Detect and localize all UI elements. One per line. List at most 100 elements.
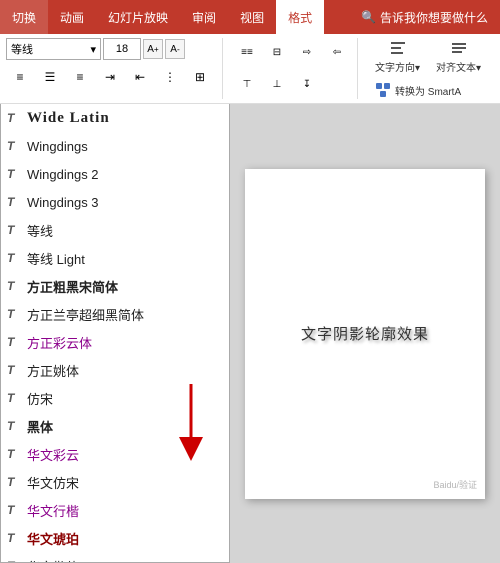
font-t-icon: T	[7, 111, 21, 125]
font-list-item[interactable]: T 方正兰亭超细黑简体	[1, 300, 229, 328]
font-list-item[interactable]: T 华文仿宋	[1, 468, 229, 496]
font-list-item[interactable]: T 华文行楷	[1, 496, 229, 524]
tab-format[interactable]: 格式	[276, 0, 324, 34]
font-list: T Wide Latin T Wingdings T Wingdings 2 TWingdi…	[1, 104, 229, 563]
font-list-item[interactable]: T Wingdings	[1, 132, 229, 160]
text-align-block-btn[interactable]: ≡≡	[233, 39, 261, 67]
convert-smartart-label: 转换为 SmartA	[395, 83, 461, 98]
font-list-item[interactable]: T 方正姚体	[1, 356, 229, 384]
font-t-icon: T	[7, 447, 21, 461]
font-t-icon: T	[7, 139, 21, 153]
font-list-item[interactable]: T 华文彩云	[1, 440, 229, 468]
font-label: 华文琥珀	[27, 529, 79, 548]
font-name-box[interactable]: 等线 ▾	[6, 38, 101, 60]
font-t-icon: T	[7, 195, 21, 209]
tab-animation[interactable]: 动画	[48, 0, 96, 34]
font-dropdown[interactable]: T Wide Latin T Wingdings T Wingdings 2 TWingdi…	[0, 104, 230, 563]
text-align-mid-btn[interactable]: ⊥	[263, 71, 291, 99]
font-label: Wingdings	[27, 139, 88, 154]
text-indent-btn[interactable]: ⇨	[293, 39, 321, 67]
ribbon-toolbar: 等线 ▾ 18 A+ A- ≡ ☰ ≡ ⇥ ⇤ ⋮ ⊞ ≡≡ ⊟ ⇨ ⇦	[0, 34, 500, 104]
font-shrink-btn[interactable]: A-	[165, 39, 185, 59]
search-area[interactable]: 🔍 告诉我你想要做什么	[349, 0, 500, 34]
font-t-icon: T	[7, 167, 21, 181]
main-area: T Wide Latin T Wingdings T Wingdings 2 TWingdi…	[0, 104, 500, 563]
font-list-item[interactable]: T华文楷体	[1, 552, 229, 563]
font-t-icon: T	[7, 531, 21, 545]
font-list-item[interactable]: T 等线 Light	[1, 244, 229, 272]
font-name-row: 等线 ▾ 18 A+ A-	[6, 38, 214, 60]
text-align-top-btn[interactable]: ⊤	[233, 71, 261, 99]
text-align-row2: ⊤ ⊥ ↧	[233, 71, 351, 99]
font-list-item[interactable]: T 华文琥珀	[1, 524, 229, 552]
font-label: 等线	[27, 221, 53, 240]
convert-smartart-btn[interactable]: 转换为 SmartA	[368, 79, 468, 101]
increase-indent-btn[interactable]: ⇥	[96, 63, 124, 91]
font-label: Wingdings 2	[27, 167, 99, 182]
font-label: 等线 Light	[27, 249, 85, 268]
font-label: 方正粗黑宋简体	[27, 277, 118, 296]
text-direction-icon	[389, 39, 407, 57]
align-text-label: 对齐文本▾	[436, 59, 481, 74]
font-size-value: 18	[116, 43, 128, 55]
search-placeholder: 告诉我你想要做什么	[380, 9, 488, 26]
right-group: 文字方向▾ 对齐文本▾ 转换为 SmartA	[362, 38, 488, 99]
font-t-icon: T	[7, 419, 21, 433]
font-list-item[interactable]: T方正粗黑宋简体	[1, 272, 229, 300]
align-text-icon	[450, 39, 468, 57]
search-icon: 🔍	[361, 10, 376, 24]
font-list-item[interactable]: T Wingdings 2	[1, 160, 229, 188]
font-t-icon: T	[7, 251, 21, 265]
bullet-list-btn[interactable]: ⋮	[156, 63, 184, 91]
font-name-value: 等线	[11, 41, 33, 57]
align-format-row: ≡≡ ⊟ ⇨ ⇦	[233, 39, 351, 67]
decrease-indent-btn[interactable]: ⇤	[126, 63, 154, 91]
font-label: 方正姚体	[27, 361, 79, 380]
font-label: 黑体	[27, 417, 53, 436]
font-list-item[interactable]: T 方正彩云体	[1, 328, 229, 356]
slide-paper: 文字阴影轮廓效果 Baidu/验证	[245, 169, 485, 499]
font-selector-group: 等线 ▾ 18 A+ A- ≡ ☰ ≡ ⇥ ⇤ ⋮ ⊞	[6, 38, 223, 99]
slide-text: 文字阴影轮廓效果	[301, 323, 429, 344]
text-outdent-btn[interactable]: ⇦	[323, 39, 351, 67]
text-col-btn[interactable]: ⊟	[263, 39, 291, 67]
font-label: 华文行楷	[27, 501, 79, 520]
font-grow-btn[interactable]: A+	[143, 39, 163, 59]
font-t-icon: T	[7, 559, 21, 563]
tab-review[interactable]: 审阅	[180, 0, 228, 34]
font-t-icon: T	[7, 335, 21, 349]
font-label: 方正兰亭超细黑简体	[27, 305, 144, 324]
font-label: 华文彩云	[27, 445, 79, 464]
tab-switch[interactable]: 切换	[0, 0, 48, 34]
convert-smartart-icon	[375, 82, 391, 98]
ribbon-tabs: 切换 动画 幻灯片放映 审阅 视图 格式 🔍 告诉我你想要做什么	[0, 0, 500, 34]
align-center-btn[interactable]: ☰	[36, 63, 64, 91]
tab-view[interactable]: 视图	[228, 0, 276, 34]
font-t-icon: T	[7, 307, 21, 321]
slide-area: 文字阴影轮廓效果 Baidu/验证	[230, 104, 500, 563]
font-label: 华文仿宋	[27, 473, 79, 492]
font-label: 方正彩云体	[27, 333, 92, 352]
text-direction-label: 文字方向▾	[375, 59, 420, 74]
font-list-item[interactable]: T Wide Latin	[1, 104, 229, 132]
font-t-icon: T	[7, 503, 21, 517]
text-direction-btn[interactable]: 文字方向▾	[368, 36, 427, 77]
tab-slideshow[interactable]: 幻灯片放映	[96, 0, 180, 34]
font-list-item[interactable]: TWingdings 3	[1, 188, 229, 216]
font-list-item[interactable]: T仿宋	[1, 384, 229, 412]
font-t-icon: T	[7, 223, 21, 237]
font-name-dropdown-icon[interactable]: ▾	[90, 43, 96, 56]
column-btn[interactable]: ⊞	[186, 63, 214, 91]
font-label: Wide Latin	[27, 110, 110, 127]
align-text-btn[interactable]: 对齐文本▾	[429, 36, 488, 77]
font-t-icon: T	[7, 475, 21, 489]
text-align-bot-btn[interactable]: ↧	[293, 71, 321, 99]
font-format-row: ≡ ☰ ≡ ⇥ ⇤ ⋮ ⊞	[6, 63, 214, 91]
font-label: 仿宋	[27, 389, 53, 408]
font-list-item[interactable]: T 等线	[1, 216, 229, 244]
align-left-btn[interactable]: ≡	[6, 63, 34, 91]
align-right-btn[interactable]: ≡	[66, 63, 94, 91]
font-t-icon: T	[7, 363, 21, 377]
font-list-item[interactable]: T 黑体	[1, 412, 229, 440]
font-size-box[interactable]: 18	[103, 38, 141, 60]
